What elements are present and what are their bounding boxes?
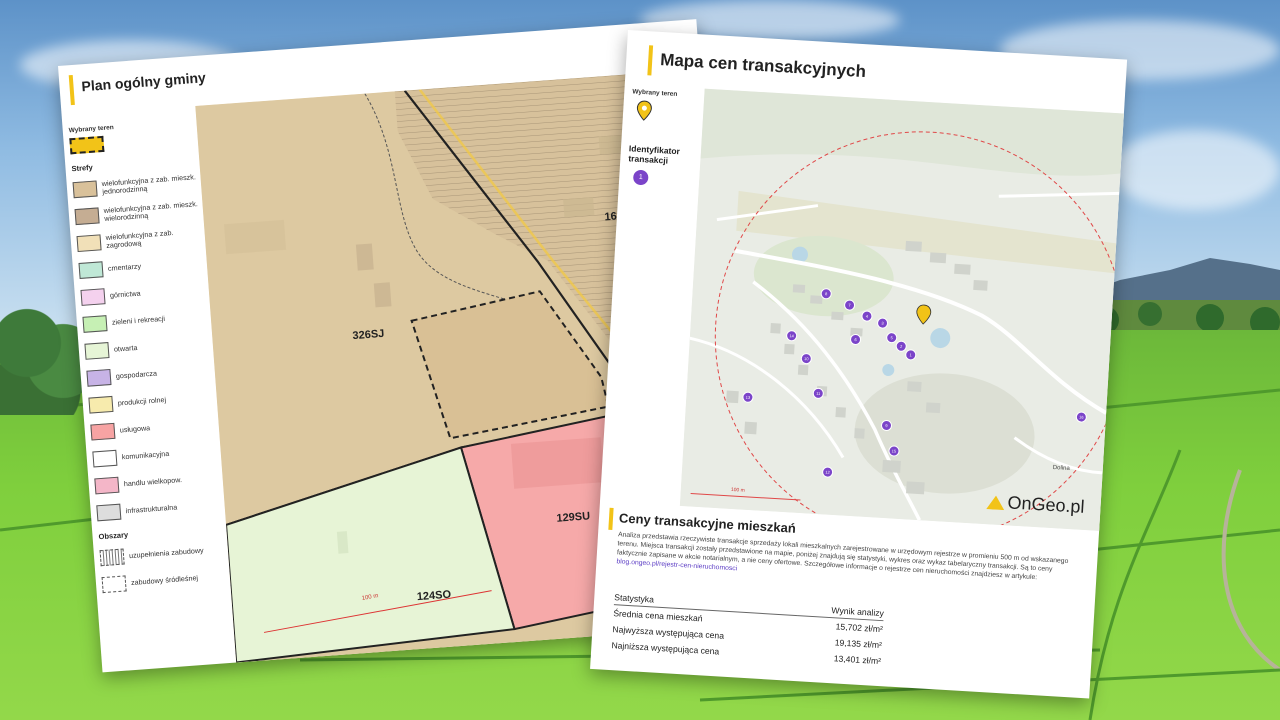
zone-label-326sj: 326SJ [352,327,385,343]
legend-zone-label: cmentarzy [107,260,142,273]
transaction-prices-sheet: Mapa cen transakcyjnych Wybrany teren Id… [590,30,1128,699]
legend-zone-label: produkcji rolnej [117,394,167,408]
analysis-description: Analiza przedstawia rzeczywiste transakc… [616,530,1083,594]
legend-zone-label: wielofunkcyjna z zab. zagrodową [105,227,174,250]
zone-color-swatch [90,422,116,441]
zone-color-swatch [76,233,102,252]
legend-zone-label: otwarta [113,342,138,354]
legend-selected-label: Wybrany teren [68,124,114,135]
legend-zone-label: infrastrukturalna [125,501,178,515]
title-accent [68,74,75,106]
zone-color-swatch [74,206,100,225]
zone-color-swatch [86,368,112,387]
legend-zone-label: wielofunkcyjna z zab. mieszk. wielorodzi… [103,198,199,223]
transaction-map[interactable]: 8 7 4 3 6 5 2 1 14 10 11 13 9 15 12 16 D… [679,88,1124,531]
zone-color-swatch [82,314,108,333]
location-pin-icon [636,100,652,121]
section-accent [608,507,614,530]
legend-zone-label: komunikacyjna [121,448,170,461]
legend-area-label: zabudowy śródleśnej [130,572,199,587]
legend-tx-id-label: Identyfikator transakcji [628,143,681,166]
zone-color-swatch [80,287,106,306]
zone-color-swatch [94,476,120,494]
tx-marker-example: 1 [632,169,649,186]
zone-label-129su: 129SU [556,510,591,525]
page-title: Mapa cen transakcyjnych [659,49,867,82]
zone-color-swatch [78,260,104,279]
scale-label: 100 m [730,486,745,494]
legend-zone-label: gospodarcza [115,368,158,381]
zone-color-swatch [96,503,122,521]
title-accent [647,45,654,76]
legend-zone-label: handlu wielkopow. [123,474,183,488]
legend-zone-label: górnictwa [109,288,141,300]
ongeo-logo-icon [986,495,1005,510]
zone-color-swatch [72,179,98,198]
zone-color-swatch [84,341,110,360]
description-text: Analiza przedstawia rzeczywiste transakc… [616,531,1069,582]
legend-selected-label: Wybrany teren [632,88,678,99]
legend-zone-label: usługowa [119,422,151,434]
legend-zone-label: zieleni i rekreacji [111,313,166,327]
area-swatch-forest [101,574,127,593]
page-title: Plan ogólny gminy [80,69,207,95]
area-swatch-infill [99,547,125,566]
zone-color-swatch [92,449,118,467]
selected-area-swatch [69,135,105,155]
cloud [1110,130,1280,210]
brand-name: OnGeo.pl [1007,492,1086,517]
zone-label-124so: 124SO [416,588,452,604]
legend-area-label: uzupełnienia zabudowy [128,545,204,560]
transaction-legend: Wybrany teren Identyfikator transakcji 1 [627,88,703,188]
place-label: Dolina [1052,464,1070,472]
legend-zone-label: wielofunkcyjna z zab. mieszk. jednorodzi… [101,171,197,196]
stats-table: Statystyka Wynik analizy Średnia cena mi… [611,590,885,669]
zone-color-swatch [88,395,114,414]
